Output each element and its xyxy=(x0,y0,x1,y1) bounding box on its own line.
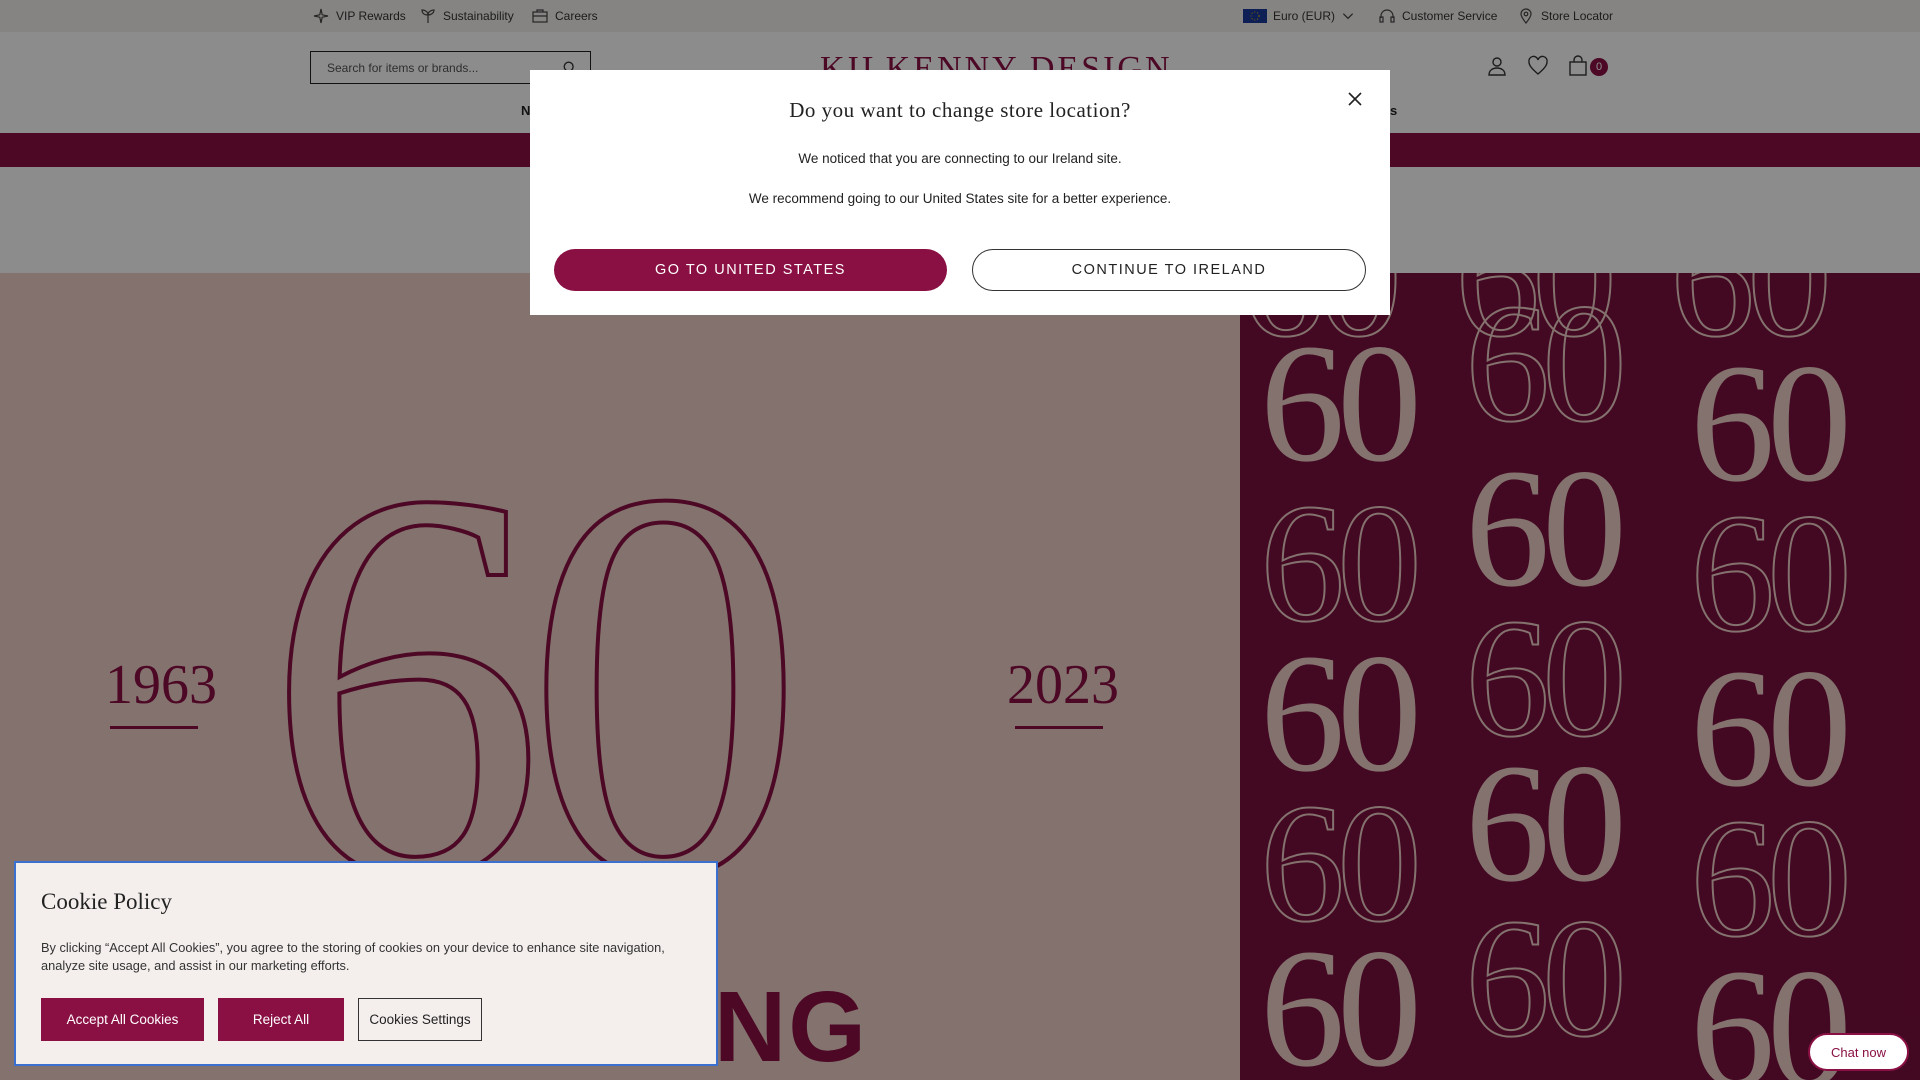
store-location-modal: Do you want to change store location? We… xyxy=(530,70,1390,315)
continue-to-ireland-button[interactable]: CONTINUE TO IRELAND xyxy=(972,249,1366,291)
cookie-title: Cookie Policy xyxy=(41,889,172,914)
modal-message-detected: We noticed that you are connecting to ou… xyxy=(798,151,1122,166)
accept-all-cookies-button[interactable]: Accept All Cookies xyxy=(41,998,204,1041)
modal-title: Do you want to change store location? xyxy=(789,98,1131,122)
cookies-settings-button[interactable]: Cookies Settings xyxy=(358,998,482,1041)
cookie-description: By clicking “Accept All Cookies”, you ag… xyxy=(41,940,665,973)
chat-now-button[interactable]: Chat now xyxy=(1808,1033,1909,1071)
cookie-banner: Cookie Policy By clicking “Accept All Co… xyxy=(14,861,718,1066)
reject-all-cookies-button[interactable]: Reject All xyxy=(218,998,344,1041)
close-icon[interactable] xyxy=(1342,86,1368,112)
go-to-united-states-button[interactable]: GO TO UNITED STATES xyxy=(554,249,947,291)
modal-message-recommend: We recommend going to our United States … xyxy=(748,191,1172,206)
